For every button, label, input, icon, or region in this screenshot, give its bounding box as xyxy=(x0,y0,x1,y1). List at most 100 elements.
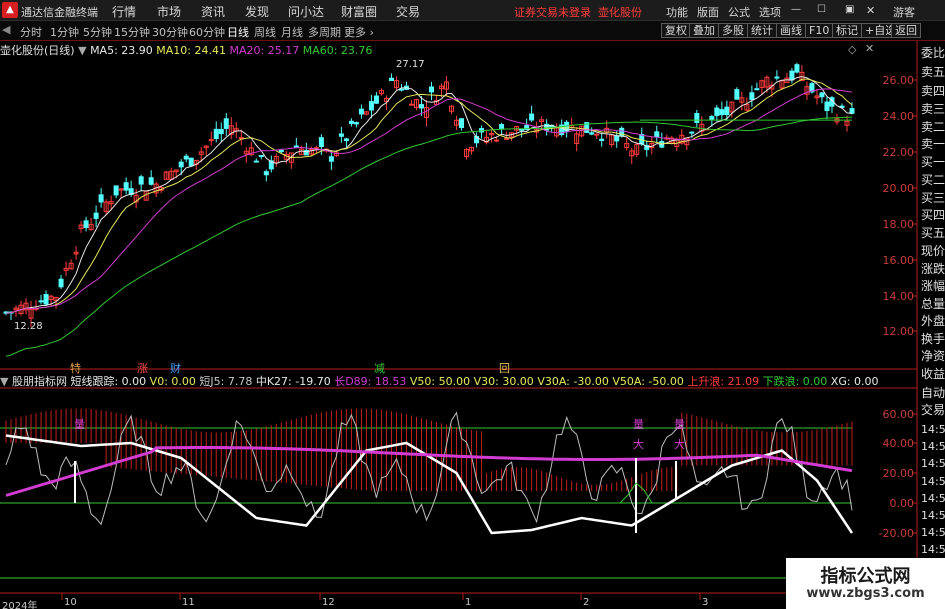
candle-body xyxy=(519,128,525,131)
side-item[interactable]: 卖三 xyxy=(919,100,945,118)
candle-body xyxy=(188,157,194,167)
side-item[interactable]: 委比 xyxy=(919,44,945,62)
ma60-label: MA60: 23.76 xyxy=(302,44,373,57)
settings-icon[interactable]: ▼ xyxy=(78,44,86,57)
ma5-label: MA5: 23.90 xyxy=(90,44,153,57)
candle-body xyxy=(749,92,755,101)
side-item[interactable]: 卖四 xyxy=(919,82,945,100)
trade-time: 14:54 xyxy=(921,423,945,436)
candle-body xyxy=(714,107,720,116)
side-item[interactable]: 买三 xyxy=(919,189,945,207)
candle-body xyxy=(38,300,44,303)
chart-axes xyxy=(0,41,918,609)
side-item[interactable]: 卖一 xyxy=(919,135,945,153)
settings-icon[interactable]: ▼ xyxy=(0,375,8,388)
candle-body xyxy=(824,101,830,112)
candle-body xyxy=(459,118,465,129)
side-item[interactable]: 买二 xyxy=(919,171,945,189)
side-item[interactable]: 总量 xyxy=(919,295,945,313)
candle-body xyxy=(619,127,625,137)
candle-body xyxy=(694,113,700,123)
trade-time: 14:55 xyxy=(921,509,945,522)
candle-body xyxy=(709,116,715,121)
candle-body xyxy=(123,182,129,191)
candle-body xyxy=(58,278,64,288)
candle-body xyxy=(348,120,354,124)
ind-value: V30A: -30.00 xyxy=(537,375,609,388)
time-label: 1 xyxy=(465,597,472,608)
candle-body xyxy=(494,139,500,142)
kline-chart[interactable] xyxy=(0,0,945,609)
side-item[interactable]: 外盘 xyxy=(919,312,945,330)
side-item[interactable]: 净资 xyxy=(919,347,945,365)
candle-body xyxy=(418,104,424,109)
candle-body xyxy=(499,124,505,129)
candle-body xyxy=(293,145,299,148)
candle-body xyxy=(408,103,414,106)
candle-body xyxy=(93,212,99,219)
side-item[interactable]: 现价 xyxy=(919,242,945,260)
side-item[interactable]: 卖五 xyxy=(919,63,945,81)
ma60-line xyxy=(5,116,853,357)
sub-y-tick: 60.00 xyxy=(882,408,915,421)
ind-value: 短线跟踪: 0.00 xyxy=(70,375,147,388)
candle-body xyxy=(429,86,435,93)
candle-body xyxy=(504,137,510,140)
y-tick: 26.00 xyxy=(882,74,915,87)
candle-body xyxy=(358,108,364,115)
pin-icon[interactable]: ✕ xyxy=(865,42,874,55)
candle-body xyxy=(98,194,104,203)
signal-mark: 大 xyxy=(633,438,644,451)
ma20-label: MA20: 25.17 xyxy=(229,44,300,57)
ma10-label: MA10: 24.41 xyxy=(156,44,226,57)
ind-value: 长D89: 18.53 xyxy=(334,375,407,388)
candle-body xyxy=(789,70,795,81)
low-label: 12.28 xyxy=(14,321,43,332)
candle-body xyxy=(734,89,740,100)
side-item[interactable]: 买四 xyxy=(919,206,945,224)
candle-body xyxy=(83,220,89,228)
candle-body xyxy=(353,122,359,125)
candle-body xyxy=(278,149,284,153)
trade-time: 14:55 xyxy=(921,492,945,505)
ind-value: XG: 0.00 xyxy=(830,375,879,388)
side-item[interactable]: 卖二 xyxy=(919,118,945,136)
candle-body xyxy=(794,64,800,73)
long-d89-line xyxy=(5,446,853,497)
side-item[interactable]: 换手 xyxy=(919,330,945,348)
time-label: 3 xyxy=(702,597,709,608)
trade-time: 14:56 xyxy=(921,543,945,556)
side-item[interactable]: 涨跌 xyxy=(919,260,945,278)
side-item[interactable]: 收益 xyxy=(919,365,945,383)
candle-body xyxy=(529,113,535,121)
signal-mark: 量 xyxy=(674,418,685,431)
side-item[interactable]: 交易 xyxy=(919,401,945,419)
candle-body xyxy=(148,177,154,185)
side-item[interactable]: 涨幅 xyxy=(919,277,945,295)
ind-value: 下跌浪: 0.00 xyxy=(762,375,828,388)
indicator-info: ▼ 股朋指标网 短线跟踪: 0.00 V0: 0.00 短J5: 7.78 中K… xyxy=(0,373,879,388)
candle-body xyxy=(213,128,219,140)
candle-body xyxy=(253,160,259,163)
y-tick: 18.00 xyxy=(882,218,915,231)
diamond-icon[interactable]: ◇ xyxy=(848,43,856,56)
side-item[interactable]: 买五 xyxy=(919,224,945,242)
time-label: 2024年 xyxy=(2,601,38,609)
main-chart-info: 壶化股份(日线) ▼ MA5: 23.90 MA10: 24.41 MA20: … xyxy=(0,42,373,57)
indicator-plot xyxy=(0,408,854,579)
watermark-url: www.zbgs3.com xyxy=(806,586,925,601)
time-label: 12 xyxy=(322,597,335,608)
candle-body xyxy=(754,88,760,91)
candle-body xyxy=(654,131,660,138)
y-tick: 24.00 xyxy=(882,110,915,123)
y-tick: 20.00 xyxy=(882,182,915,195)
candle-body xyxy=(178,161,184,168)
high-label: 27.17 xyxy=(396,59,425,70)
candle-body xyxy=(258,155,264,158)
side-item[interactable]: 买一 xyxy=(919,153,945,171)
trade-time: 14:55 xyxy=(921,475,945,488)
candle-body xyxy=(218,129,224,135)
side-item[interactable]: 自动 xyxy=(919,384,945,402)
ind-value: 上升浪: 21.09 xyxy=(687,375,760,388)
ind-value: V50A: -50.00 xyxy=(612,375,684,388)
